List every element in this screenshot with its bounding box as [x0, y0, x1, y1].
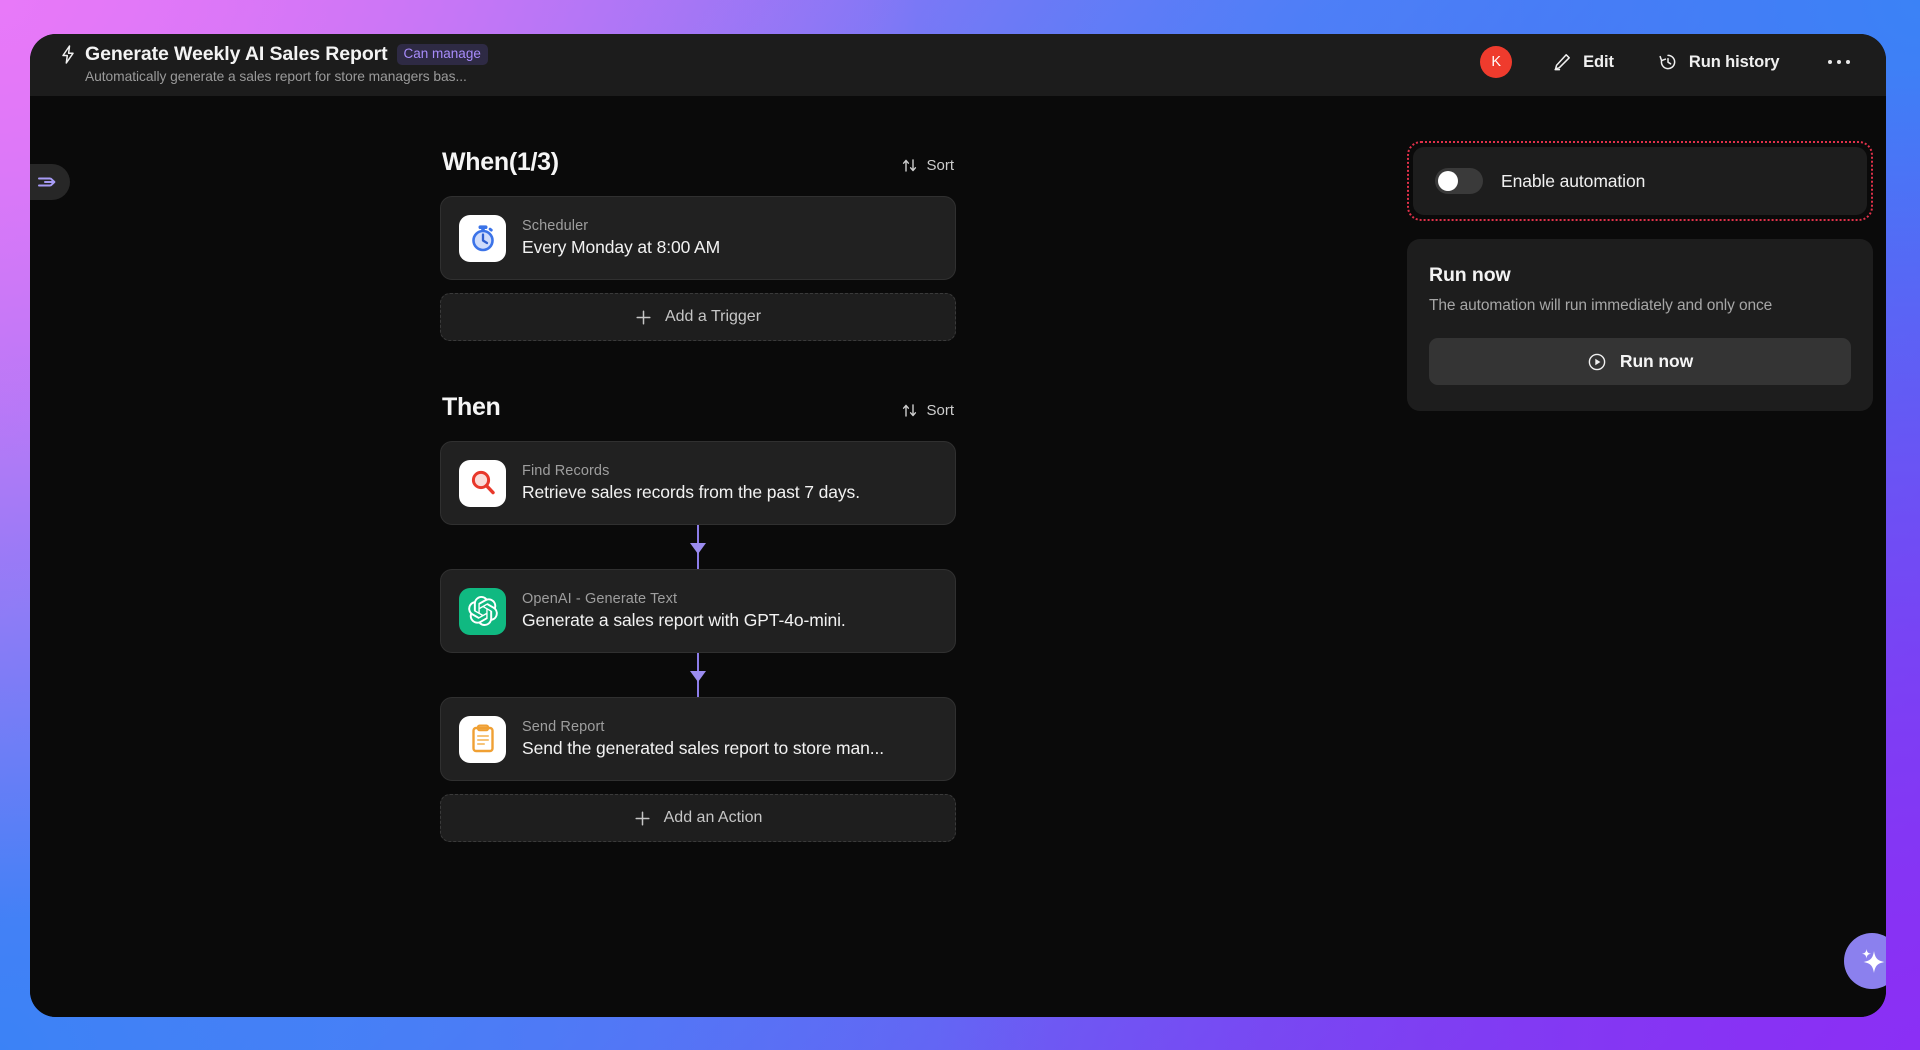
card-description: Retrieve sales records from the past 7 d…: [522, 482, 860, 502]
card-description: Send the generated sales report to store…: [522, 738, 885, 758]
title-row: Generate Weekly AI Sales Report Can mana…: [60, 43, 488, 66]
stopwatch-icon: [459, 214, 506, 262]
sidebar-expand-icon: [38, 177, 56, 187]
header-left: Generate Weekly AI Sales Report Can mana…: [60, 43, 488, 84]
card-kicker: OpenAI - Generate Text: [522, 591, 678, 607]
page-subtitle: Automatically generate a sales report fo…: [85, 69, 467, 84]
edit-button[interactable]: Edit: [1540, 46, 1626, 78]
connector-arrow-icon: [690, 543, 706, 554]
add-action-button[interactable]: Add an Action: [440, 794, 956, 842]
app-window: Generate Weekly AI Sales Report Can mana…: [30, 34, 1886, 1017]
run-now-subtitle: The automation will run immediately and …: [1429, 297, 1773, 314]
plus-icon: [636, 309, 651, 325]
more-options-icon[interactable]: [1820, 50, 1859, 75]
enable-automation-label: Enable automation: [1501, 170, 1646, 191]
ai-assistant-button[interactable]: [1844, 933, 1886, 989]
sort-icon: [903, 404, 917, 417]
expand-sidebar-button[interactable]: [30, 164, 70, 200]
plus-icon: [635, 810, 650, 826]
magnifier-icon: [459, 459, 506, 507]
edit-label: Edit: [1583, 52, 1614, 71]
when-section-header: When(1/3) Sort: [440, 148, 956, 177]
sparkle-icon: [1862, 949, 1885, 973]
page-title: Generate Weekly AI Sales Report: [85, 43, 388, 65]
action-card-openai[interactable]: OpenAI - Generate Text Generate a sales …: [440, 569, 956, 653]
card-description: Every Monday at 8:00 AM: [522, 237, 721, 257]
enable-automation-card[interactable]: Enable automation: [1413, 147, 1867, 215]
openai-icon: [459, 587, 506, 635]
right-panel: Enable automation Run now The automation…: [1407, 141, 1873, 411]
when-sort-button[interactable]: Sort: [901, 157, 954, 177]
history-icon: [1659, 54, 1676, 70]
run-history-label: Run history: [1688, 52, 1780, 71]
run-now-button[interactable]: Run now: [1429, 338, 1851, 385]
run-now-title: Run now: [1429, 264, 1511, 286]
dot: [1827, 59, 1832, 65]
avatar[interactable]: K: [1480, 46, 1513, 78]
app-body: When(1/3) Sort Scheduler Every Monday at…: [30, 96, 1886, 1017]
card-kicker: Find Records: [522, 463, 610, 479]
add-trigger-button[interactable]: Add a Trigger: [440, 293, 956, 341]
connector-arrow-icon: [690, 671, 706, 682]
trigger-card-scheduler[interactable]: Scheduler Every Monday at 8:00 AM: [440, 196, 956, 280]
add-trigger-label: Add a Trigger: [664, 308, 762, 325]
card-description: Generate a sales report with GPT-4o-mini…: [522, 610, 846, 630]
play-circle-icon: [1588, 353, 1606, 370]
then-sort-button[interactable]: Sort: [901, 402, 954, 422]
when-title: When(1/3): [442, 148, 559, 176]
permission-badge: Can manage: [396, 44, 488, 65]
then-title: Then: [442, 393, 501, 421]
card-kicker: Send Report: [522, 719, 605, 735]
action-card-send-report[interactable]: Send Report Send the generated sales rep…: [440, 697, 956, 781]
run-now-button-label: Run now: [1619, 351, 1694, 371]
run-now-card: Run now The automation will run immediat…: [1407, 239, 1873, 411]
action-card-find-records[interactable]: Find Records Retrieve sales records from…: [440, 441, 956, 525]
add-action-label: Add an Action: [663, 809, 763, 826]
enable-automation-highlight: Enable automation: [1407, 141, 1873, 221]
enable-automation-toggle[interactable]: [1435, 168, 1483, 194]
then-section-header: Then Sort: [440, 393, 956, 422]
sort-label: Sort: [926, 402, 954, 419]
dot: [1836, 59, 1841, 65]
clipboard-icon: [459, 715, 506, 763]
app-header: Generate Weekly AI Sales Report Can mana…: [30, 34, 1886, 96]
card-text: Find Records Retrieve sales records from…: [522, 463, 860, 503]
dot: [1845, 59, 1850, 65]
automation-flow: When(1/3) Sort Scheduler Every Monday at…: [440, 96, 956, 842]
sort-label: Sort: [926, 157, 954, 174]
header-actions: K Edit Run history: [1480, 46, 1858, 78]
bolt-icon: [62, 45, 74, 64]
toggle-knob: [1438, 171, 1458, 191]
card-text: Scheduler Every Monday at 8:00 AM: [522, 218, 720, 258]
card-kicker: Scheduler: [522, 218, 589, 234]
card-text: Send Report Send the generated sales rep…: [522, 719, 884, 759]
pencil-icon: [1554, 54, 1571, 71]
flow-connector: [440, 525, 956, 569]
card-text: OpenAI - Generate Text Generate a sales …: [522, 591, 846, 631]
run-history-button[interactable]: Run history: [1646, 46, 1792, 78]
sort-icon: [903, 159, 917, 172]
flow-connector: [440, 653, 956, 697]
